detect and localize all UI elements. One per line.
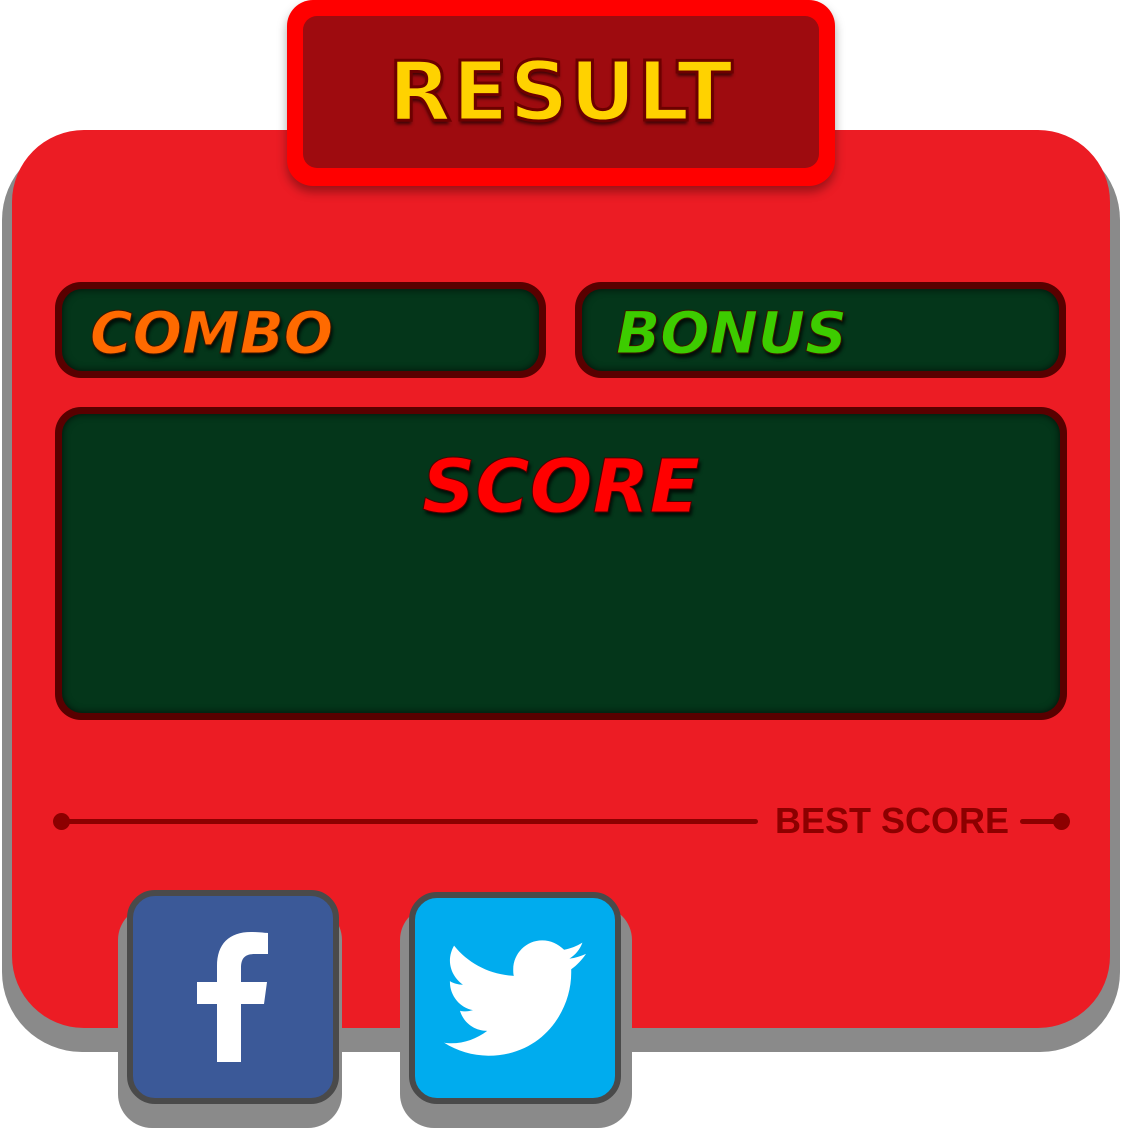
best-score-line-dot-right <box>1053 813 1070 830</box>
combo-box: COMBO <box>55 282 546 378</box>
score-box: SCORE <box>55 407 1067 720</box>
result-header-inner: RESULT <box>303 16 819 168</box>
facebook-icon <box>197 932 268 1062</box>
facebook-share-button[interactable] <box>127 890 339 1104</box>
result-title: RESULT <box>387 43 734 141</box>
score-label: SCORE <box>421 444 701 531</box>
bonus-label: BONUS <box>616 299 848 368</box>
bonus-box-inner: BONUS <box>582 289 1059 371</box>
combo-box-inner: COMBO <box>62 289 539 371</box>
twitter-icon <box>444 940 586 1056</box>
best-score-label: BEST SCORE <box>775 800 1010 841</box>
bonus-box: BONUS <box>575 282 1066 378</box>
score-box-inner: SCORE <box>62 414 1060 713</box>
best-score-line <box>60 819 758 824</box>
combo-label: COMBO <box>89 299 334 368</box>
twitter-share-button[interactable] <box>409 892 621 1104</box>
result-header: RESULT <box>287 0 835 186</box>
